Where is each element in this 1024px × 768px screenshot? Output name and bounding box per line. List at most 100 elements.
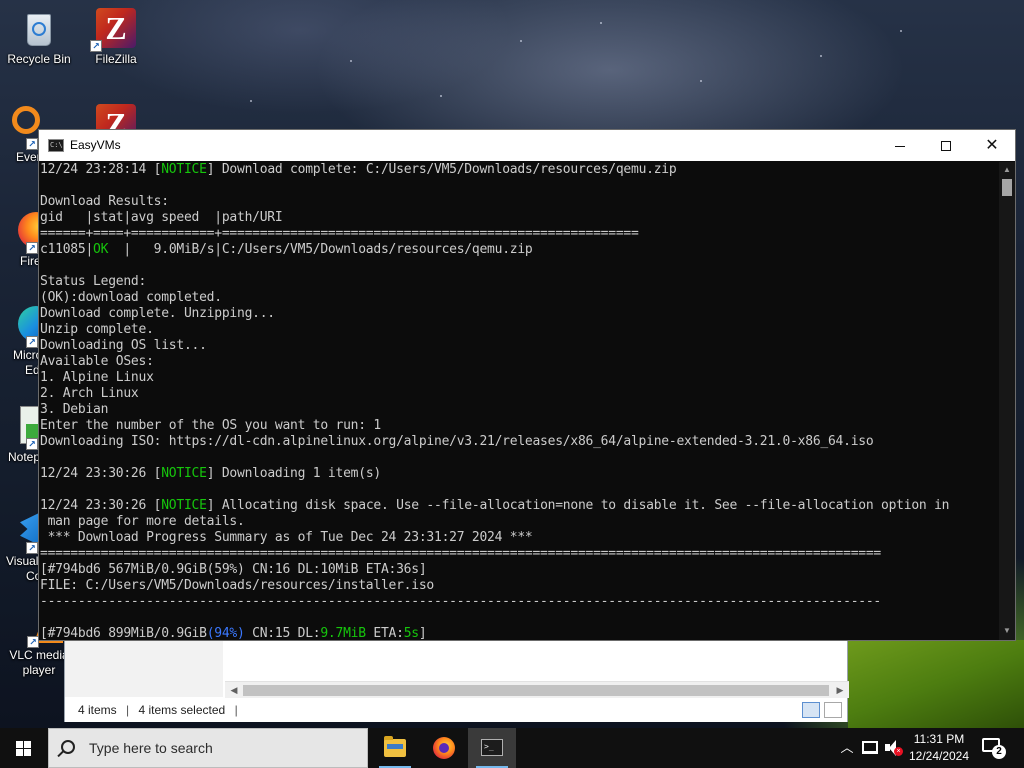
- terminal-line: Available OSes:: [40, 354, 999, 370]
- terminal-line: 12/24 23:30:26 [NOTICE] Allocating disk …: [40, 498, 999, 514]
- selected-count: 4 items selected: [138, 703, 226, 717]
- scroll-left-icon[interactable]: ◀: [227, 683, 241, 698]
- terminal-line: man page for more details.: [40, 514, 999, 530]
- taskbar-search-box[interactable]: Type here to search: [48, 728, 368, 768]
- terminal-text: ----------------------------------------…: [40, 594, 882, 609]
- notification-center-button[interactable]: 2: [982, 737, 1006, 759]
- details-view-icon[interactable]: [802, 702, 820, 718]
- clock-time: 11:31 PM: [913, 732, 965, 746]
- terminal-text: Enter the number of the OS you want to r…: [40, 418, 381, 433]
- taskbar-firefox[interactable]: [420, 728, 468, 768]
- firefox-icon: [433, 737, 455, 759]
- recycle-bin-icon: [19, 8, 59, 48]
- desktop-icon-filezilla[interactable]: Z ↗ FileZilla: [78, 8, 154, 67]
- scrollbar-thumb[interactable]: [243, 685, 829, 696]
- filezilla-icon: Z: [96, 104, 136, 130]
- terminal-text: 3. Debian: [40, 402, 109, 417]
- terminal-text: 1. Alpine Linux: [40, 370, 154, 385]
- minimize-button[interactable]: [877, 130, 923, 161]
- terminal-line: Status Legend:: [40, 274, 999, 290]
- maximize-button[interactable]: [923, 130, 969, 161]
- filezilla-icon: Z ↗: [90, 8, 136, 52]
- vertical-scrollbar[interactable]: ▲ ▼: [999, 162, 1015, 640]
- terminal-line: c11085|OK | 9.0MiB/s|C:/Users/VM5/Downlo…: [40, 242, 999, 258]
- taskbar-console[interactable]: >_: [468, 728, 516, 768]
- terminal-text: 2. Arch Linux: [40, 386, 139, 401]
- terminal-text: ]: [418, 626, 427, 640]
- maximize-icon: [941, 141, 951, 152]
- horizontal-scrollbar[interactable]: ◀ ▶: [225, 681, 849, 698]
- show-hidden-icons-chevron-up-icon[interactable]: ︿: [836, 728, 858, 768]
- terminal-text: NOTICE: [161, 498, 207, 513]
- terminal-text: 12/24 23:30:26 [: [40, 498, 162, 513]
- terminal-text: | 9.0MiB/s|C:/Users/VM5/Downloads/resour…: [108, 242, 533, 257]
- wallpaper-grass: [848, 640, 1024, 728]
- terminal-text: 12/24 23:30:26 [: [40, 466, 162, 481]
- minimize-icon: [895, 145, 905, 147]
- terminal-text: c11085|: [40, 242, 94, 257]
- large-icons-view-icon[interactable]: [824, 702, 842, 718]
- close-button[interactable]: ✕: [969, 130, 1015, 161]
- clock-date: 12/24/2024: [908, 749, 970, 763]
- navigation-pane[interactable]: [65, 641, 223, 697]
- command-prompt-icon: >_: [481, 739, 503, 756]
- desktop-icon-filezilla-partial[interactable]: Z: [78, 104, 154, 130]
- terminal-text: man page for more details.: [40, 514, 245, 529]
- terminal-text: Download Results:: [40, 194, 169, 209]
- network-icon[interactable]: [862, 741, 878, 754]
- search-icon: [61, 740, 75, 754]
- window-title: EasyVMs: [70, 138, 121, 152]
- terminal-line: ======+====+===========+================…: [40, 226, 999, 242]
- terminal-text: Status Legend:: [40, 274, 147, 289]
- start-button[interactable]: [0, 728, 48, 768]
- console-title-bar[interactable]: C:\ EasyVMs ✕: [39, 130, 1015, 161]
- scroll-up-icon[interactable]: ▲: [999, 165, 1015, 174]
- terminal-line: FILE: C:/Users/VM5/Downloads/resources/i…: [40, 578, 999, 594]
- terminal-output[interactable]: 12/24 23:28:14 [ NOTICE ] Download complet…: [39, 162, 999, 640]
- terminal-text: 5s: [403, 626, 419, 640]
- folder-icon: [384, 736, 406, 757]
- terminal-line: 3. Debian: [40, 402, 999, 418]
- taskbar-clock[interactable]: 11:31 PM 12/24/2024: [904, 731, 974, 765]
- terminal-text: 9.7MiB: [320, 626, 366, 640]
- terminal-text: ======+====+===========+================…: [40, 226, 639, 241]
- terminal-line: 12/24 23:28:14 [NOTICE] Download complet…: [40, 162, 999, 178]
- console-app-icon: C:\: [48, 139, 64, 152]
- scroll-right-icon[interactable]: ▶: [833, 683, 847, 698]
- taskbar-file-explorer[interactable]: [371, 728, 419, 768]
- terminal-line: Unzip complete.: [40, 322, 999, 338]
- terminal-line: Downloading ISO: https://dl-cdn.alpineli…: [40, 434, 999, 450]
- terminal-line: [#794bd6 567MiB/0.9GiB(59%) CN:16 DL:10M…: [40, 562, 999, 578]
- scrollbar-thumb[interactable]: [1002, 179, 1012, 196]
- terminal-line: 1. Alpine Linux: [40, 370, 999, 386]
- terminal-text: ] Download complete: C:/Users/VM5/Downlo…: [206, 162, 677, 177]
- scroll-down-icon[interactable]: ▼: [999, 626, 1015, 635]
- close-icon: ✕: [985, 137, 999, 154]
- terminal-text: Downloading OS list...: [40, 338, 207, 353]
- terminal-text: [#794bd6 899MiB/0.9GiB: [40, 626, 207, 640]
- terminal-line: 12/24 23:30:26 [NOTICE] Downloading 1 it…: [40, 466, 999, 482]
- explorer-status-bar: 4 items | 4 items selected |: [65, 698, 847, 722]
- status-separator: |: [126, 703, 130, 717]
- windows-logo-icon: [16, 741, 32, 756]
- volume-muted-icon[interactable]: ×: [885, 740, 903, 756]
- terminal-text: (OK):download completed.: [40, 290, 222, 305]
- search-placeholder: Type here to search: [89, 740, 213, 756]
- console-window[interactable]: C:\ EasyVMs ✕ 12/24 23:28:14 [NOTICE] Do…: [38, 129, 1016, 641]
- terminal-line: 2. Arch Linux: [40, 386, 999, 402]
- status-separator: |: [234, 703, 238, 717]
- terminal-line: Downloading OS list...: [40, 338, 999, 354]
- desktop-icon-label: FileZilla: [95, 52, 137, 66]
- taskbar: Type here to search >_ ︿ × 11:31 PM 12/2…: [0, 728, 1024, 768]
- terminal-text: CN:15 DL:: [244, 626, 321, 640]
- terminal-text: NOTICE: [161, 466, 207, 481]
- terminal-line: ========================================…: [40, 546, 999, 562]
- terminal-text: ========================================…: [40, 546, 882, 561]
- terminal-text: 12/24 23:28:14 [: [40, 162, 162, 177]
- desktop-icon-recycle-bin[interactable]: Recycle Bin: [1, 8, 77, 67]
